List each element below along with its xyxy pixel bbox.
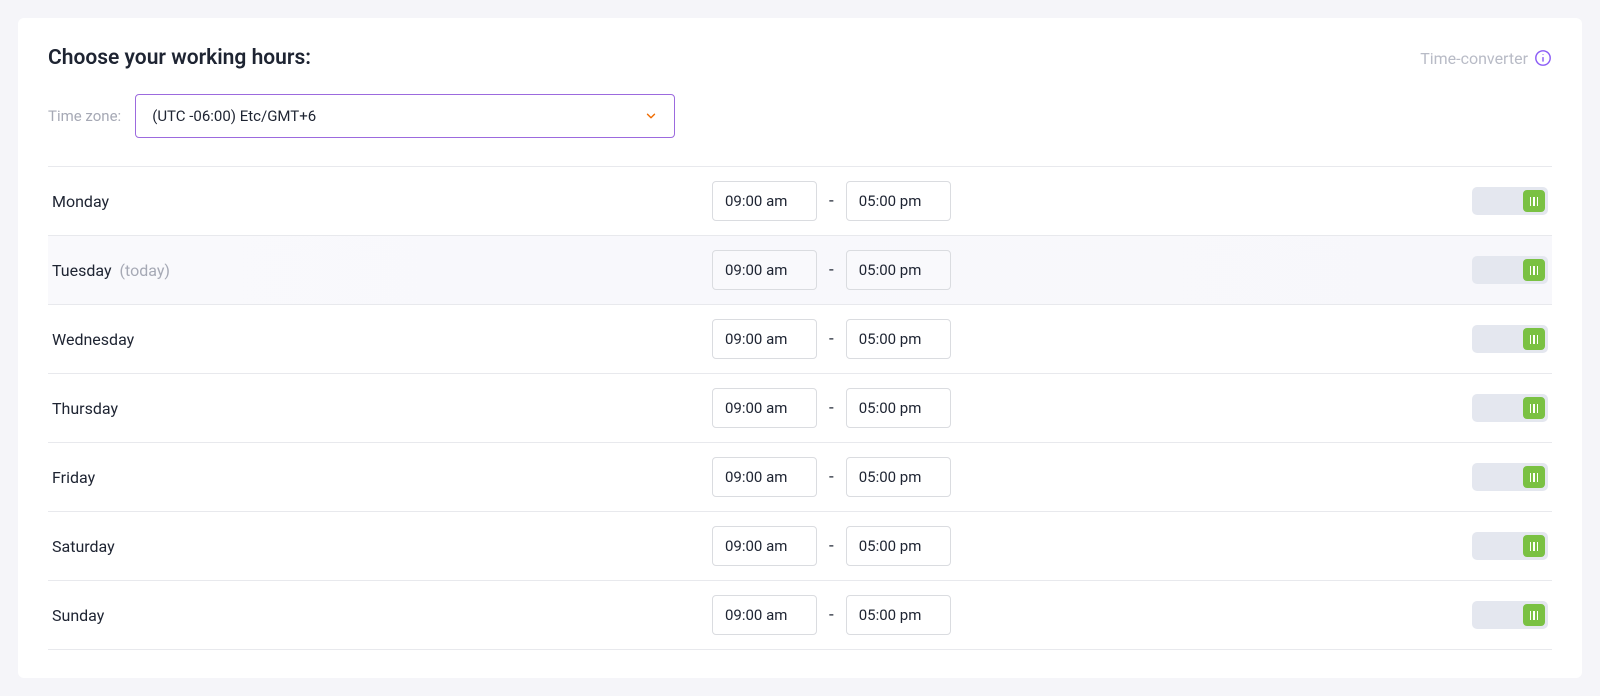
day-label-cell: Sunday [52,606,712,625]
day-times: 09:00 am - 05:00 pm [712,457,951,497]
toggle-cell [1472,463,1548,491]
end-time-input[interactable]: 05:00 pm [846,181,951,221]
end-time-input[interactable]: 05:00 pm [846,250,951,290]
time-separator: - [829,398,834,418]
day-label-cell: Monday [52,192,712,211]
day-label: Saturday [52,537,115,556]
day-label: Tuesday [52,261,112,280]
time-separator: - [829,467,834,487]
card-header: Choose your working hours: Time-converte… [48,46,1552,70]
day-label: Monday [52,192,109,211]
timezone-row: Time zone: (UTC -06:00) Etc/GMT+6 [48,94,1552,138]
start-time-input[interactable]: 09:00 am [712,319,817,359]
day-toggle[interactable] [1472,394,1548,422]
end-time-input[interactable]: 05:00 pm [846,457,951,497]
day-row-saturday: Saturday 09:00 am - 05:00 pm [48,512,1552,581]
time-separator: - [829,605,834,625]
day-label: Wednesday [52,330,134,349]
time-separator: - [829,191,834,211]
day-toggle[interactable] [1472,601,1548,629]
day-label-cell: Thursday [52,399,712,418]
day-row-sunday: Sunday 09:00 am - 05:00 pm [48,581,1552,650]
day-label: Friday [52,468,95,487]
day-label: Thursday [52,399,118,418]
start-time-input[interactable]: 09:00 am [712,250,817,290]
day-times: 09:00 am - 05:00 pm [712,319,951,359]
day-label-cell: Saturday [52,537,712,556]
toggle-thumb-icon [1523,466,1545,488]
end-time-input[interactable]: 05:00 pm [846,388,951,428]
time-converter-label: Time-converter [1420,49,1528,68]
start-time-input[interactable]: 09:00 am [712,181,817,221]
start-time-input[interactable]: 09:00 am [712,526,817,566]
day-toggle[interactable] [1472,187,1548,215]
toggle-cell [1472,532,1548,560]
day-row-tuesday: Tuesday (today) 09:00 am - 05:00 pm [48,236,1552,305]
day-toggle[interactable] [1472,532,1548,560]
day-row-monday: Monday 09:00 am - 05:00 pm [48,167,1552,236]
toggle-thumb-icon [1523,604,1545,626]
toggle-cell [1472,394,1548,422]
day-times: 09:00 am - 05:00 pm [712,595,951,635]
end-time-input[interactable]: 05:00 pm [846,526,951,566]
card-title: Choose your working hours: [48,46,311,70]
day-label-cell: Wednesday [52,330,712,349]
day-label-cell: Friday [52,468,712,487]
time-separator: - [829,329,834,349]
toggle-thumb-icon [1523,259,1545,281]
working-hours-card: Choose your working hours: Time-converte… [18,18,1582,678]
toggle-thumb-icon [1523,190,1545,212]
toggle-cell [1472,187,1548,215]
chevron-down-icon [644,109,658,123]
toggle-thumb-icon [1523,535,1545,557]
toggle-thumb-icon [1523,397,1545,419]
timezone-value: (UTC -06:00) Etc/GMT+6 [152,107,316,125]
start-time-input[interactable]: 09:00 am [712,595,817,635]
time-separator: - [829,536,834,556]
day-times: 09:00 am - 05:00 pm [712,526,951,566]
toggle-cell [1472,325,1548,353]
day-times: 09:00 am - 05:00 pm [712,250,951,290]
day-toggle[interactable] [1472,463,1548,491]
end-time-input[interactable]: 05:00 pm [846,595,951,635]
time-converter-link[interactable]: Time-converter [1420,49,1552,68]
day-row-friday: Friday 09:00 am - 05:00 pm [48,443,1552,512]
day-times: 09:00 am - 05:00 pm [712,181,951,221]
day-row-wednesday: Wednesday 09:00 am - 05:00 pm [48,305,1552,374]
timezone-label: Time zone: [48,107,121,125]
day-toggle[interactable] [1472,256,1548,284]
start-time-input[interactable]: 09:00 am [712,388,817,428]
toggle-cell [1472,601,1548,629]
timezone-select[interactable]: (UTC -06:00) Etc/GMT+6 [135,94,675,138]
day-label: Sunday [52,606,104,625]
day-label-cell: Tuesday (today) [52,261,712,280]
end-time-input[interactable]: 05:00 pm [846,319,951,359]
schedule-list: Monday 09:00 am - 05:00 pm Tuesday (toda… [48,166,1552,650]
today-tag: (today) [120,261,170,280]
day-toggle[interactable] [1472,325,1548,353]
start-time-input[interactable]: 09:00 am [712,457,817,497]
day-row-thursday: Thursday 09:00 am - 05:00 pm [48,374,1552,443]
toggle-thumb-icon [1523,328,1545,350]
time-separator: - [829,260,834,280]
info-icon [1534,49,1552,67]
toggle-cell [1472,256,1548,284]
day-times: 09:00 am - 05:00 pm [712,388,951,428]
